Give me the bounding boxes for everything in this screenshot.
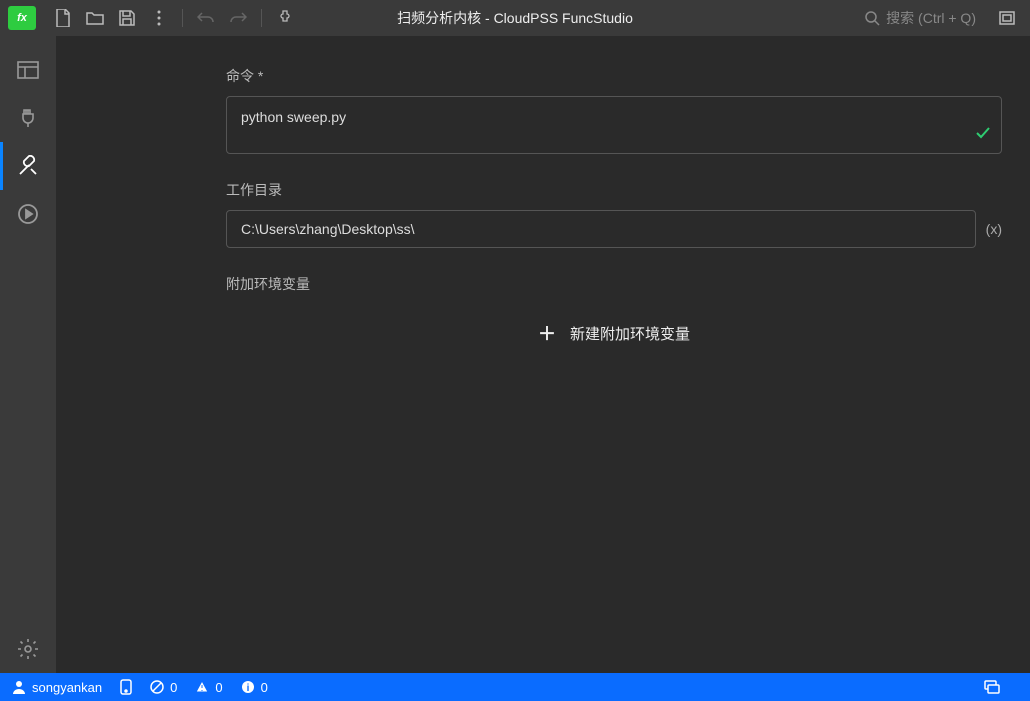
check-icon (975, 126, 991, 145)
workdir-clear[interactable]: (x) (986, 221, 1002, 237)
redo-icon (229, 11, 247, 25)
status-errors[interactable]: 0 (150, 680, 177, 695)
puzzle-icon (277, 10, 293, 26)
layout-icon (17, 61, 39, 79)
command-field: 命令 * python sweep.py (226, 66, 1002, 154)
toolbar-right: 搜索 (Ctrl + Q) (856, 3, 1022, 33)
more-button[interactable] (144, 3, 174, 33)
undo-button[interactable] (191, 3, 221, 33)
gear-icon (17, 638, 39, 660)
status-warnings[interactable]: 0 (195, 680, 222, 695)
user-icon (12, 680, 26, 694)
svg-text:i: i (246, 683, 249, 694)
play-circle-icon (17, 203, 39, 225)
sidebar-item-overview[interactable] (0, 46, 56, 94)
command-input-wrap[interactable]: python sweep.py (226, 96, 1002, 154)
sidebar-item-run[interactable] (0, 190, 56, 238)
dots-vertical-icon (157, 10, 161, 26)
info-count: 0 (261, 680, 268, 695)
activity-bar (0, 36, 56, 673)
status-user[interactable]: songyankan (12, 680, 102, 695)
plug-icon (18, 108, 38, 128)
status-feedback[interactable] (984, 680, 1000, 694)
env-label: 附加环境变量 (226, 274, 1002, 294)
fullscreen-icon (999, 11, 1015, 25)
workdir-label: 工作目录 (226, 180, 1002, 200)
save-icon (119, 10, 135, 26)
new-file-button[interactable] (48, 3, 78, 33)
status-username: songyankan (32, 680, 102, 695)
tools-icon (17, 155, 39, 177)
toolbar-left (48, 3, 300, 33)
statusbar: songyankan 0 0 i 0 (0, 673, 1030, 701)
search-icon (864, 10, 880, 26)
sidebar-item-plugin[interactable] (0, 94, 56, 142)
status-info[interactable]: i 0 (241, 680, 268, 695)
command-input[interactable]: python sweep.py (227, 97, 1001, 149)
device-icon (120, 679, 132, 695)
env-field: 附加环境变量 ＋ 新建附加环境变量 (226, 274, 1002, 354)
plus-icon: ＋ (538, 320, 556, 346)
command-label: 命令 * (226, 66, 1002, 86)
no-entry-icon (150, 680, 164, 694)
error-count: 0 (170, 680, 177, 695)
feedback-icon (984, 680, 1000, 694)
workdir-input-wrap[interactable] (226, 210, 976, 248)
search-box[interactable]: 搜索 (Ctrl + Q) (856, 4, 984, 32)
add-env-button[interactable]: ＋ 新建附加环境变量 (226, 312, 1002, 354)
file-icon (55, 9, 71, 27)
search-placeholder: 搜索 (Ctrl + Q) (886, 8, 976, 28)
warning-count: 0 (215, 680, 222, 695)
save-button[interactable] (112, 3, 142, 33)
main-content: 命令 * python sweep.py 工作目录 (x) 附加环境变量 ＋ 新… (56, 36, 1030, 673)
fullscreen-button[interactable] (992, 3, 1022, 33)
workdir-field: 工作目录 (x) (226, 180, 1002, 248)
sidebar-item-settings[interactable] (0, 625, 56, 673)
app-logo[interactable] (8, 6, 36, 30)
folder-open-icon (86, 11, 104, 25)
redo-button[interactable] (223, 3, 253, 33)
sidebar-item-tools[interactable] (0, 142, 56, 190)
tool-button[interactable] (270, 3, 300, 33)
open-button[interactable] (80, 3, 110, 33)
workdir-input[interactable] (227, 211, 975, 247)
warning-icon (195, 680, 209, 694)
undo-icon (197, 11, 215, 25)
titlebar: 扫频分析内核 - CloudPSS FuncStudio 搜索 (Ctrl + … (0, 0, 1030, 36)
add-env-label: 新建附加环境变量 (570, 323, 690, 344)
status-device[interactable] (120, 679, 132, 695)
info-icon: i (241, 680, 255, 694)
